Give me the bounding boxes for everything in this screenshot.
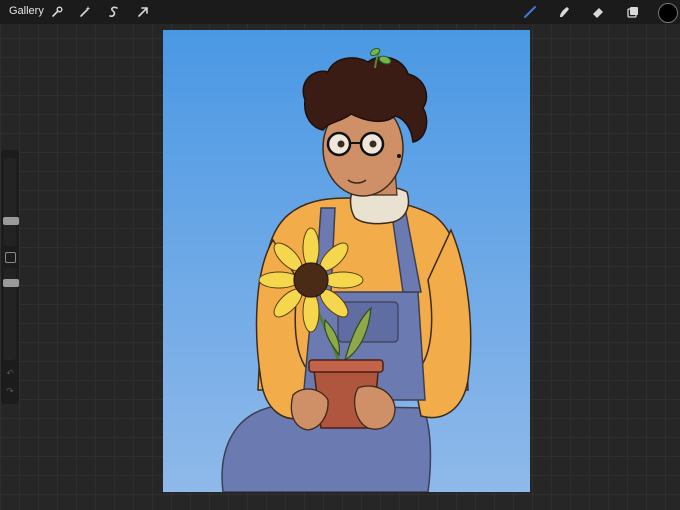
flower-pot-rim [308, 359, 384, 373]
gallery-button[interactable]: Gallery [9, 5, 44, 17]
undo-icon: ↶ [6, 368, 14, 378]
magic-wand-icon [80, 6, 91, 17]
modify-button[interactable] [5, 252, 16, 263]
wrench-icon [52, 6, 63, 17]
left-pupil [337, 140, 345, 148]
brush-size-slider[interactable] [3, 158, 19, 246]
redo-icon: ↷ [6, 386, 14, 396]
actions-button[interactable] [48, 3, 66, 21]
redo-button[interactable]: ↷ [4, 386, 16, 396]
undo-button[interactable]: ↶ [4, 368, 16, 378]
selection-button[interactable] [105, 3, 123, 21]
eraser-icon [593, 8, 603, 18]
transform-arrow-icon [138, 7, 148, 17]
right-pupil [369, 140, 377, 148]
opacity-thumb[interactable] [3, 279, 19, 287]
drawing-canvas[interactable] [163, 30, 530, 492]
selection-icon [109, 6, 118, 17]
adjustments-button[interactable] [76, 3, 94, 21]
transform-button[interactable] [134, 3, 152, 21]
opacity-slider[interactable] [3, 268, 19, 360]
color-swatch[interactable] [658, 3, 678, 23]
ear-piercing [397, 154, 401, 158]
layers-icon [627, 7, 638, 18]
smudge-icon [560, 7, 569, 17]
brush-tool-button[interactable] [521, 3, 539, 21]
smudge-tool-button[interactable] [555, 3, 573, 21]
layers-button[interactable] [624, 3, 642, 21]
top-toolbar: Gallery [0, 0, 680, 24]
artwork [163, 30, 530, 492]
left-sidebar: ↶ ↷ [1, 150, 19, 404]
brush-size-thumb[interactable] [3, 217, 19, 225]
brush-icon [524, 6, 536, 18]
eraser-tool-button[interactable] [589, 3, 607, 21]
